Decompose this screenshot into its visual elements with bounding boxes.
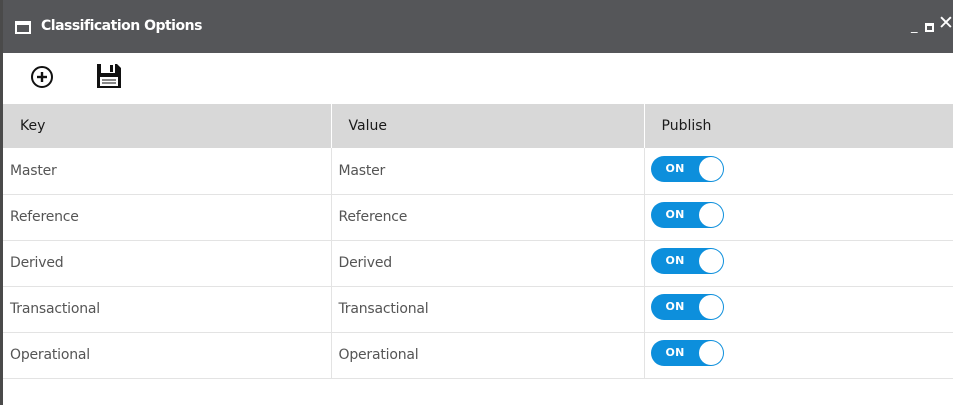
close-button[interactable]: ✕: [938, 14, 953, 33]
table-row[interactable]: Reference Reference ON: [3, 194, 953, 241]
toggle-label: ON: [665, 346, 685, 359]
window-icon: [15, 21, 31, 34]
key-cell[interactable]: Derived: [3, 240, 332, 287]
toggle-knob: [698, 295, 723, 319]
toggle-label: ON: [665, 300, 685, 313]
toggle-label: ON: [665, 254, 685, 267]
publish-toggle[interactable]: ON: [650, 294, 724, 320]
publish-toggle[interactable]: ON: [650, 340, 724, 366]
table-row[interactable]: Master Master ON: [3, 148, 953, 195]
toggle-knob: [698, 156, 723, 181]
value-cell[interactable]: Master: [331, 148, 645, 195]
value-cell[interactable]: Derived: [331, 240, 645, 287]
publish-toggle[interactable]: ON: [650, 202, 724, 228]
toggle-knob: [698, 341, 723, 365]
publish-toggle[interactable]: ON: [650, 248, 724, 274]
table-row[interactable]: Transactional Transactional ON: [3, 286, 953, 333]
publish-cell: ON: [644, 148, 953, 195]
publish-toggle[interactable]: ON: [650, 155, 724, 182]
column-header-publish[interactable]: Publish: [644, 104, 953, 148]
key-cell[interactable]: Operational: [3, 332, 332, 379]
publish-cell: ON: [644, 194, 953, 241]
save-icon[interactable]: [96, 63, 122, 89]
key-cell[interactable]: Reference: [3, 194, 332, 241]
value-cell[interactable]: Operational: [331, 332, 645, 379]
classification-table: Key Value Publish Master Master ON Refer…: [3, 104, 953, 379]
toggle-label: ON: [665, 161, 685, 175]
key-cell[interactable]: Master: [3, 148, 332, 195]
column-header-value[interactable]: Value: [331, 104, 645, 148]
publish-cell: ON: [644, 332, 953, 379]
minimize-button[interactable]: _: [911, 20, 918, 33]
title-bar[interactable]: Classification Options _ ✕: [3, 0, 953, 53]
table-row[interactable]: Derived Derived ON: [3, 240, 953, 287]
publish-cell: ON: [644, 286, 953, 333]
add-circle-icon[interactable]: [30, 65, 54, 89]
toggle-label: ON: [665, 208, 685, 221]
table-header-row: Key Value Publish: [3, 104, 953, 148]
publish-cell: ON: [644, 240, 953, 287]
key-cell[interactable]: Transactional: [3, 286, 332, 333]
toggle-knob: [698, 203, 723, 227]
value-cell[interactable]: Reference: [331, 194, 645, 241]
table-row[interactable]: Operational Operational ON: [3, 332, 953, 379]
toggle-knob: [698, 249, 723, 273]
column-header-key[interactable]: Key: [3, 104, 332, 148]
classification-options-window: Classification Options _ ✕ Key Value Pub…: [0, 0, 953, 405]
value-cell[interactable]: Transactional: [331, 286, 645, 333]
window-title: Classification Options: [41, 18, 202, 34]
maximize-button[interactable]: [925, 23, 934, 32]
toolbar: [3, 53, 953, 98]
